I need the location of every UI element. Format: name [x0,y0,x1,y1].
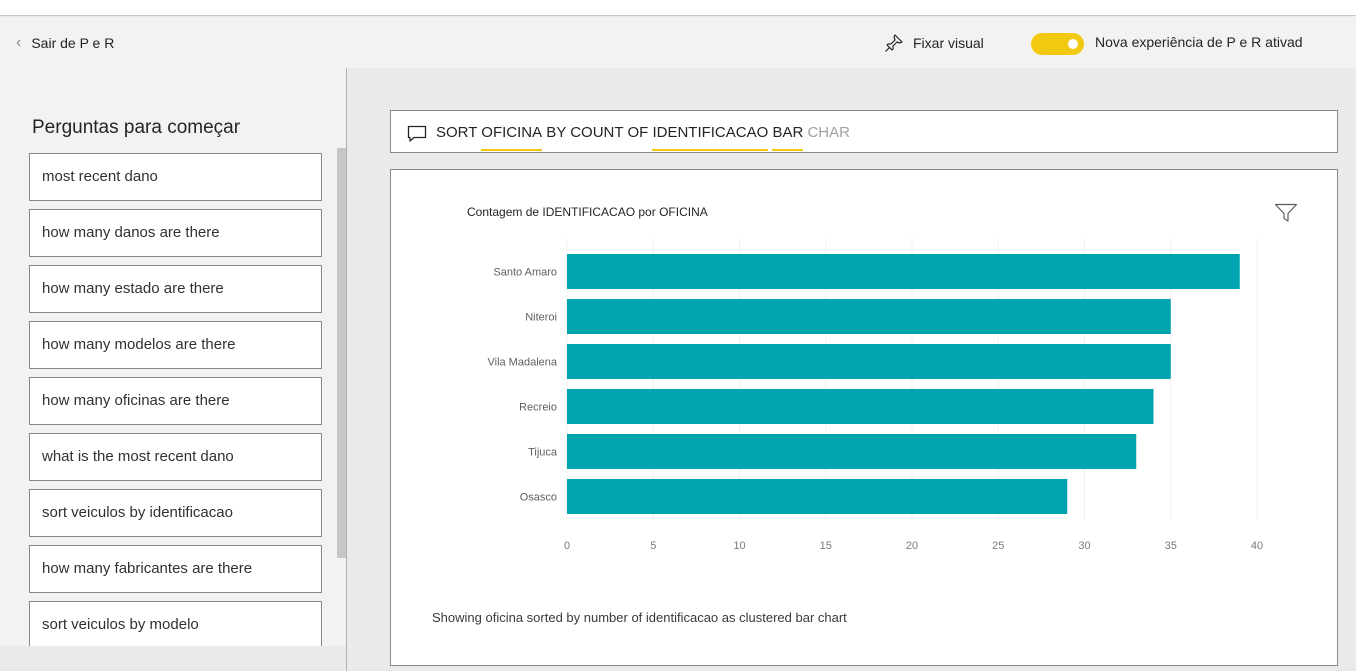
window-top-strip [0,0,1356,16]
suggestion-item[interactable]: how many estado are there [29,265,322,313]
question-token: BY COUNT OF [542,124,653,141]
suggestion-item[interactable]: what is the most recent dano [29,433,322,481]
question-token: SORT [436,124,482,141]
x-tick-label: 5 [650,540,656,552]
sidebar-bottom-fade [0,646,346,671]
new-qa-experience-label: Nova experiência de P e R ativad [1095,34,1303,50]
bar[interactable] [567,299,1171,334]
question-text: SORT OFICINA BY COUNT OF IDENTIFICACAO B… [436,124,850,141]
suggestion-item[interactable]: how many fabricantes are there [29,545,322,593]
suggestion-item[interactable]: most recent dano [29,153,322,201]
question-token: BAR [772,124,804,141]
category-label: Osasco [520,492,557,504]
question-token: CHAR [803,124,850,141]
category-label: Vila Madalena [487,357,557,369]
x-tick-label: 30 [1078,540,1090,552]
pin-visual-button[interactable]: Fixar visual [884,34,984,52]
x-tick-label: 10 [733,540,745,552]
x-tick-label: 25 [992,540,1004,552]
x-tick-label: 40 [1251,540,1263,552]
category-label: Santo Amaro [493,267,557,279]
pin-visual-label: Fixar visual [913,35,984,51]
suggestion-item[interactable]: how many danos are there [29,209,322,257]
bar-chart: 0 5 10 15 20 25 30 35 40 Santo Amaro Niteroi Vila M… [487,238,1263,552]
bar[interactable] [567,479,1068,514]
pin-icon [885,34,903,52]
visual-caption: Showing oficina sorted by number of iden… [432,610,847,625]
x-tick-label: 15 [820,540,832,552]
speech-bubble-icon [407,125,427,142]
exit-qa-button[interactable]: ‹ Sair de P e R [16,34,115,52]
qa-visual-card: Contagem de IDENTIFICACAO por OFICINA 05… [390,169,1338,666]
category-label: Recreio [519,402,557,414]
suggestion-item[interactable]: sort veiculos by identificacao [29,489,322,537]
category-label: Niteroi [525,312,557,324]
suggestions-pane: Perguntas para começar most recent dano … [0,68,347,671]
qa-toolbar: ‹ Sair de P e R Fixar visual Nova experi… [0,17,1356,68]
x-tick-label: 35 [1165,540,1177,552]
category-label: Tijuca [528,447,558,459]
question-token: OFICINA [481,124,543,141]
bar[interactable] [567,434,1137,469]
qa-main-area: SORT OFICINA BY COUNT OF IDENTIFICACAO B… [348,68,1356,671]
chevron-left-icon: ‹ [16,34,22,51]
suggestion-item[interactable]: how many modelos are there [29,321,322,369]
suggestions-heading: Perguntas para começar [32,117,241,138]
x-tick-label: 20 [906,540,918,552]
toggle-knob [1068,39,1078,49]
suggestions-scrollbar[interactable] [337,148,346,558]
new-qa-experience-toggle[interactable] [1031,33,1084,55]
question-token: IDENTIFICACAO [652,124,769,141]
suggestion-item[interactable]: sort veiculos by modelo [29,601,322,649]
question-input[interactable]: SORT OFICINA BY COUNT OF IDENTIFICACAO B… [390,110,1338,153]
exit-qa-label: Sair de P e R [31,35,115,51]
bar[interactable] [567,344,1171,379]
x-tick-label: 0 [564,540,570,552]
bar[interactable] [567,389,1154,424]
bar[interactable] [567,254,1240,289]
suggestion-item[interactable]: how many oficinas are there [29,377,322,425]
